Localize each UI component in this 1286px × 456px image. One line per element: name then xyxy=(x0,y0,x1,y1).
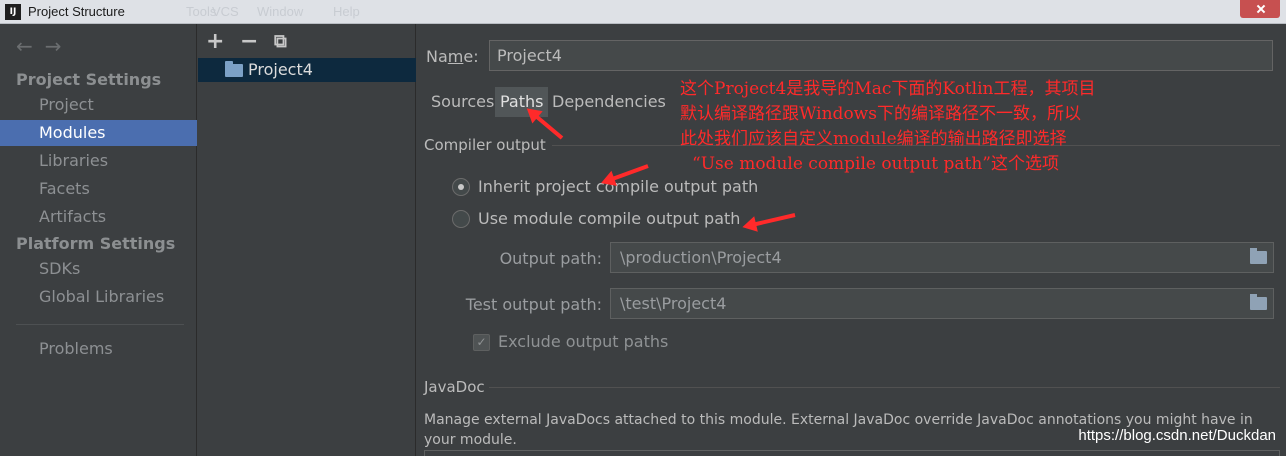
red-annotation: 这个Project4是我导的Mac下面的Kotlin工程，其项目 默认编译路径跟… xyxy=(680,77,1190,177)
platform-settings-header: Platform Settings xyxy=(16,234,176,253)
sidebar-item-problems[interactable]: Problems xyxy=(0,336,197,362)
sidebar-item-global-libraries[interactable]: Global Libraries xyxy=(0,284,197,310)
tab-dependencies[interactable]: Dependencies xyxy=(547,87,671,117)
annotation-line: 这个Project4是我导的Mac下面的Kotlin工程，其项目 xyxy=(680,79,1096,99)
module-name: Project4 xyxy=(248,60,313,79)
sidebar-item-artifacts[interactable]: Artifacts xyxy=(0,204,197,230)
nav-arrows: ← → xyxy=(16,34,74,58)
module-output-radio[interactable] xyxy=(452,210,470,228)
output-path-input[interactable]: \production\Project4 xyxy=(610,242,1274,273)
tab-sources[interactable]: Sources xyxy=(426,87,499,117)
name-label: Name: xyxy=(426,47,479,66)
add-module-icon[interactable]: + xyxy=(206,29,224,54)
test-output-path-label: Test output path: xyxy=(465,295,602,314)
sidebar-divider xyxy=(16,324,184,325)
module-name-input[interactable]: Project4 xyxy=(489,40,1273,71)
inherit-output-label[interactable]: Inherit project compile output path xyxy=(478,177,758,196)
test-output-path-value: \test\Project4 xyxy=(620,294,727,313)
browse-test-output-folder-icon[interactable] xyxy=(1250,294,1267,310)
back-arrow-icon[interactable]: ← xyxy=(16,34,33,58)
annotation-line: 默认编译路径跟Windows下的编译路径不一致，所以 xyxy=(680,104,1081,124)
modules-panel: + − ⧉ Project4 xyxy=(198,24,416,456)
module-settings-content: Name: Project4 Sources Paths Dependencie… xyxy=(417,24,1286,456)
settings-sidebar: ← → Project Settings Project Modules Libr… xyxy=(0,24,197,456)
javadoc-divider xyxy=(489,387,1280,388)
sidebar-item-project[interactable]: Project xyxy=(0,92,197,118)
ghost-menu-help: Help xyxy=(333,4,360,19)
ghost-menu-vcs: VCS xyxy=(212,4,239,19)
sidebar-item-facets[interactable]: Facets xyxy=(0,176,197,202)
close-window-button[interactable] xyxy=(1240,0,1280,18)
modules-toolbar: + − ⧉ xyxy=(198,24,416,57)
title-bar: IJ Project Structure Tools VCS Window He… xyxy=(0,0,1286,24)
module-output-label[interactable]: Use module compile output path xyxy=(478,209,740,228)
sidebar-item-libraries[interactable]: Libraries xyxy=(0,148,197,174)
test-output-path-input[interactable]: \test\Project4 xyxy=(610,288,1274,319)
javadoc-list xyxy=(424,450,1280,456)
intellij-icon: IJ xyxy=(5,4,21,20)
compiler-output-title: Compiler output xyxy=(424,136,546,154)
watermark: https://blog.csdn.net/Duckdan xyxy=(1078,427,1276,444)
forward-arrow-icon[interactable]: → xyxy=(45,34,62,58)
project-settings-header: Project Settings xyxy=(16,70,162,89)
copy-module-icon[interactable]: ⧉ xyxy=(274,31,287,52)
exclude-output-checkbox[interactable]: ✓ xyxy=(473,334,490,351)
javadoc-title: JavaDoc xyxy=(424,378,485,396)
sidebar-item-sdks[interactable]: SDKs xyxy=(0,256,197,282)
module-folder-icon xyxy=(225,61,243,77)
exclude-output-label[interactable]: Exclude output paths xyxy=(498,332,668,351)
annotation-line: 此处我们应该自定义module编译的输出路径即选择 xyxy=(680,129,1067,149)
annotation-line: “Use module compile output path”这个选项 xyxy=(692,154,1059,174)
window-title: Project Structure xyxy=(28,4,125,19)
browse-output-folder-icon[interactable] xyxy=(1250,248,1267,264)
module-tree-item[interactable]: Project4 xyxy=(198,58,416,82)
remove-module-icon[interactable]: − xyxy=(240,29,258,54)
ghost-menu-window: Window xyxy=(257,4,304,19)
inherit-output-radio[interactable] xyxy=(452,178,470,196)
output-path-value: \production\Project4 xyxy=(620,248,782,267)
output-path-label: Output path: xyxy=(499,249,602,268)
sidebar-item-modules[interactable]: Modules xyxy=(0,120,197,146)
